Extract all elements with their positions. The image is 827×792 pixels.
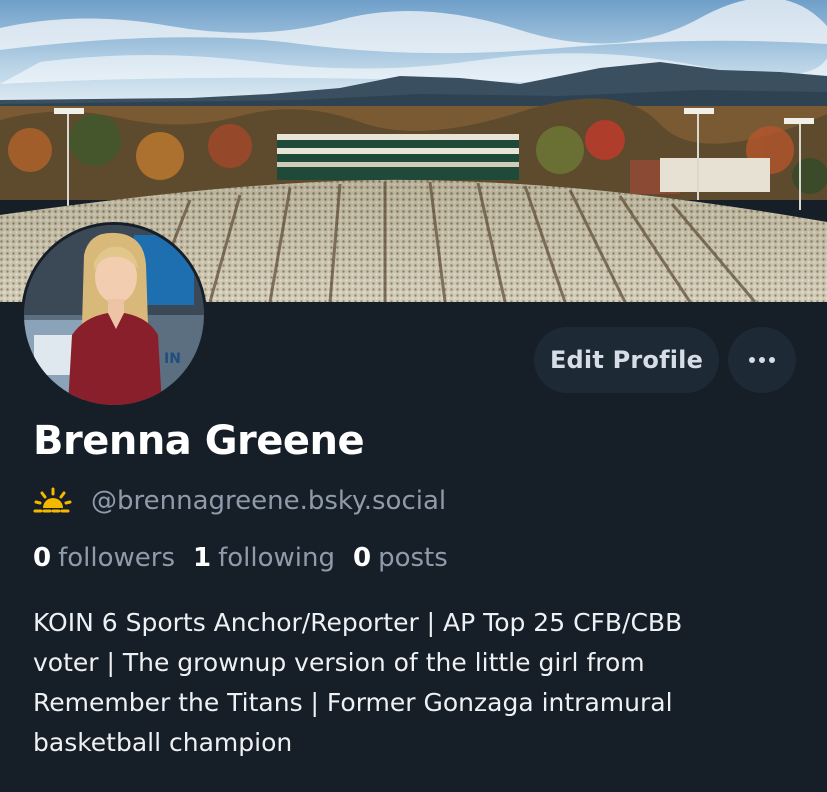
posts-count: 0: [353, 543, 372, 573]
svg-text:IN: IN: [164, 351, 181, 367]
avatar[interactable]: IN: [21, 222, 207, 408]
edit-profile-button[interactable]: Edit Profile: [534, 327, 719, 393]
posts-stat: 0 posts: [353, 543, 448, 573]
profile-photo: IN: [24, 225, 204, 405]
more-options-button[interactable]: [728, 327, 796, 393]
stadium-sign: WELCOME TO AUTZEN STADIUM: [358, 142, 439, 148]
followers-label: followers: [58, 543, 176, 573]
edit-profile-label: Edit Profile: [549, 346, 704, 374]
bio-line: Remember the Titans | Former Gonzaga int…: [33, 688, 673, 717]
profile-stats: 0 followers 1 following 0 posts: [33, 543, 448, 573]
handle-row: @brennagreene.bsky.social: [33, 482, 446, 520]
following-label: following: [218, 543, 335, 573]
followers-stat[interactable]: 0 followers: [33, 543, 175, 573]
sunrise-icon: [33, 487, 73, 513]
following-stat[interactable]: 1 following: [193, 543, 335, 573]
bio-line: basketball champion: [33, 728, 293, 757]
bio-line: voter | The grownup version of the littl…: [33, 648, 645, 677]
ellipsis-icon: [749, 357, 775, 363]
handle[interactable]: @brennagreene.bsky.social: [91, 486, 446, 516]
posts-label: posts: [378, 543, 448, 573]
followers-count: 0: [33, 543, 52, 573]
bio-line: KOIN 6 Sports Anchor/Reporter | AP Top 2…: [33, 608, 683, 637]
following-count: 1: [193, 543, 212, 573]
profile-bio: KOIN 6 Sports Anchor/Reporter | AP Top 2…: [33, 603, 813, 763]
display-name: Brenna Greene: [33, 418, 365, 464]
